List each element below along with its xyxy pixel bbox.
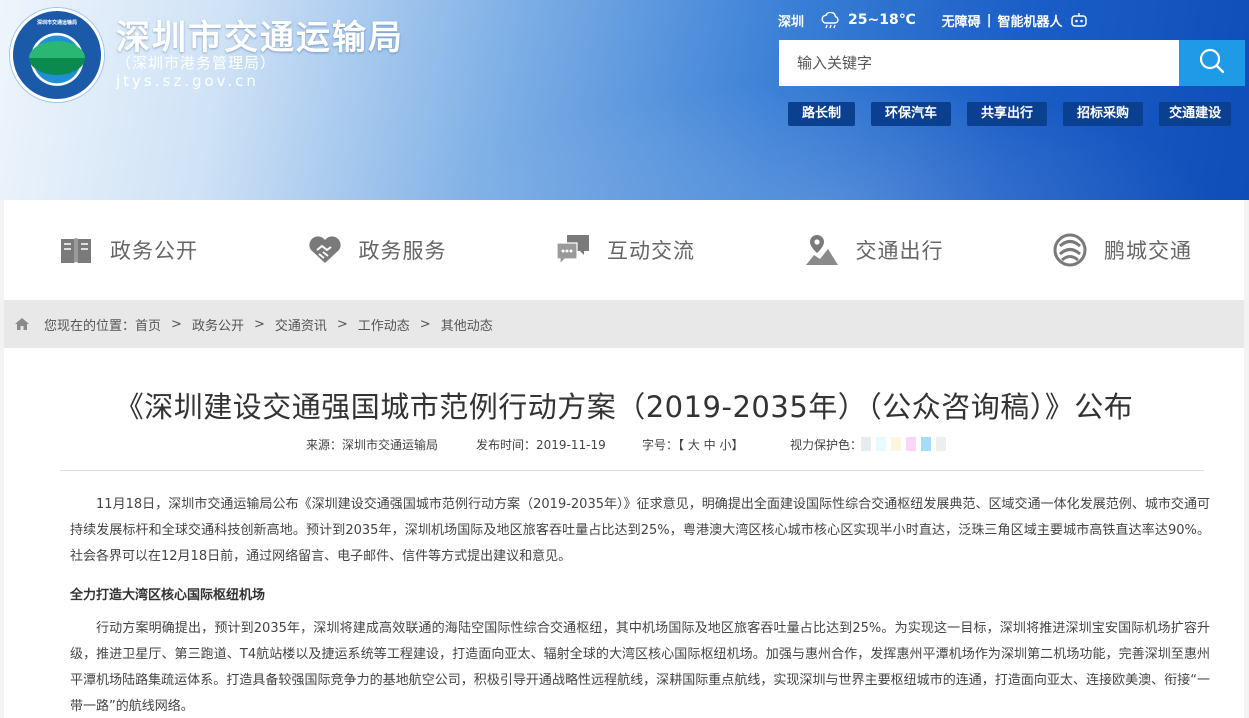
- robot-icon[interactable]: [1070, 12, 1088, 28]
- site-domain: jtys.sz.gov.cn: [116, 72, 259, 90]
- breadcrumb-separator: >: [171, 316, 182, 332]
- handshake-icon: [307, 233, 343, 267]
- nav-label: 政务公开: [110, 239, 198, 263]
- nav-label: 互动交流: [607, 239, 695, 263]
- vision-swatch[interactable]: [891, 437, 901, 451]
- breadcrumb-news[interactable]: 交通资讯: [275, 315, 327, 334]
- font-size-switcher[interactable]: 字号：【 大 中 小】: [642, 436, 743, 453]
- breadcrumb-gov-affairs[interactable]: 政务公开: [192, 315, 244, 334]
- vision-swatch[interactable]: [921, 437, 931, 451]
- top-utility-bar: 深圳 25~18℃ 无障碍 | 智能机器人: [778, 10, 1088, 30]
- site-subtitle: （深圳市港务管理局）: [116, 54, 277, 72]
- site-logo[interactable]: 深圳市交通运输局: [10, 8, 104, 102]
- book-icon: [58, 233, 94, 267]
- quick-link-procurement[interactable]: 招标采购: [1063, 102, 1144, 126]
- nav-label: 交通出行: [855, 239, 944, 263]
- quick-link-construction[interactable]: 交通建设: [1159, 102, 1232, 126]
- nav-item-travel[interactable]: 交通出行: [804, 233, 944, 267]
- quick-link-eco-car[interactable]: 环保汽车: [871, 102, 952, 126]
- vision-swatch[interactable]: [936, 437, 946, 451]
- search-icon: [1197, 46, 1227, 80]
- breadcrumb-other-news[interactable]: 其他动态: [441, 315, 493, 334]
- accessibility-link[interactable]: 无障碍: [942, 11, 981, 30]
- swirl-icon: [1052, 233, 1088, 267]
- vision-swatch[interactable]: [876, 437, 886, 451]
- breadcrumb: 您现在的位置： 首页 > 政务公开 > 交通资讯 > 工作动态 > 其他动态: [4, 300, 1244, 348]
- breadcrumb-home[interactable]: 首页: [135, 315, 161, 334]
- logo-wave: [29, 41, 85, 75]
- article-source: 来源：深圳市交通运输局: [306, 438, 439, 452]
- quick-link-shared-travel[interactable]: 共享出行: [967, 102, 1048, 126]
- weather-temperature: 25~18℃: [848, 12, 916, 28]
- map-pin-icon: [804, 233, 840, 267]
- breadcrumb-separator: >: [336, 316, 348, 332]
- article-date: 发布时间：2019-11-19: [476, 438, 606, 452]
- article-subheading: 全力打造大湾区核心国际枢纽机场: [70, 588, 266, 603]
- article-title: 《深圳建设交通强国城市范例行动方案（2019-2035年）（公众咨询稿）》公布: [114, 390, 1134, 424]
- article: 《深圳建设交通强国城市范例行动方案（2019-2035年）（公众咨询稿）》公布 …: [4, 348, 1244, 718]
- logo-seal-text: 深圳市交通运输局: [36, 20, 77, 26]
- search-input[interactable]: [779, 40, 1179, 86]
- main-nav: 政务公开 政务服务 互动交流 交通出行 鹏城交通: [4, 200, 1244, 300]
- cloud-rain-icon: [820, 11, 840, 29]
- nav-item-pengcheng[interactable]: 鹏城交通: [1052, 233, 1192, 267]
- article-divider: [60, 470, 1204, 471]
- article-paragraph: 行动方案明确提出，预计到2035年，深圳将建成高效联通的海陆空国际性综合交通枢纽…: [70, 621, 1210, 714]
- search-button[interactable]: [1179, 40, 1245, 86]
- site-header: 深圳市交通运输局 深圳市交通运输局 （深圳市港务管理局） jtys.sz.gov…: [0, 0, 1249, 200]
- quick-link-road-chief[interactable]: 路长制: [788, 102, 856, 126]
- robot-link[interactable]: 智能机器人: [997, 11, 1062, 30]
- chat-icon: [555, 233, 591, 267]
- breadcrumb-separator: >: [419, 316, 431, 332]
- weather-city: 深圳: [778, 14, 805, 30]
- breadcrumb-work-news[interactable]: 工作动态: [358, 315, 410, 334]
- breadcrumb-prefix: 您现在的位置：: [44, 318, 136, 334]
- article-meta: 来源：深圳市交通运输局 发布时间：2019-11-19 字号：【 大 中 小】 …: [4, 436, 1244, 454]
- breadcrumb-separator: >: [253, 316, 265, 332]
- home-icon: [14, 317, 30, 331]
- nav-item-gov-services[interactable]: 政务服务: [307, 233, 447, 267]
- quick-links: 路长制 环保汽车 共享出行 招标采购 交通建设: [788, 102, 1232, 126]
- nav-label: 鹏城交通: [1104, 239, 1192, 263]
- nav-item-gov-affairs[interactable]: 政务公开: [58, 233, 198, 267]
- article-paragraph: 11月18日，深圳市交通运输局公布《深圳建设交通强国城市范例行动方案（2019-…: [70, 497, 1210, 564]
- vision-protect-label: 视力保护色：: [790, 438, 863, 452]
- nav-item-interaction[interactable]: 互动交流: [555, 233, 695, 267]
- vision-color-swatches: [861, 437, 951, 451]
- vision-swatch[interactable]: [861, 437, 871, 451]
- topbar-separator: |: [986, 12, 992, 28]
- nav-label: 政务服务: [358, 239, 447, 263]
- vision-swatch[interactable]: [906, 437, 916, 451]
